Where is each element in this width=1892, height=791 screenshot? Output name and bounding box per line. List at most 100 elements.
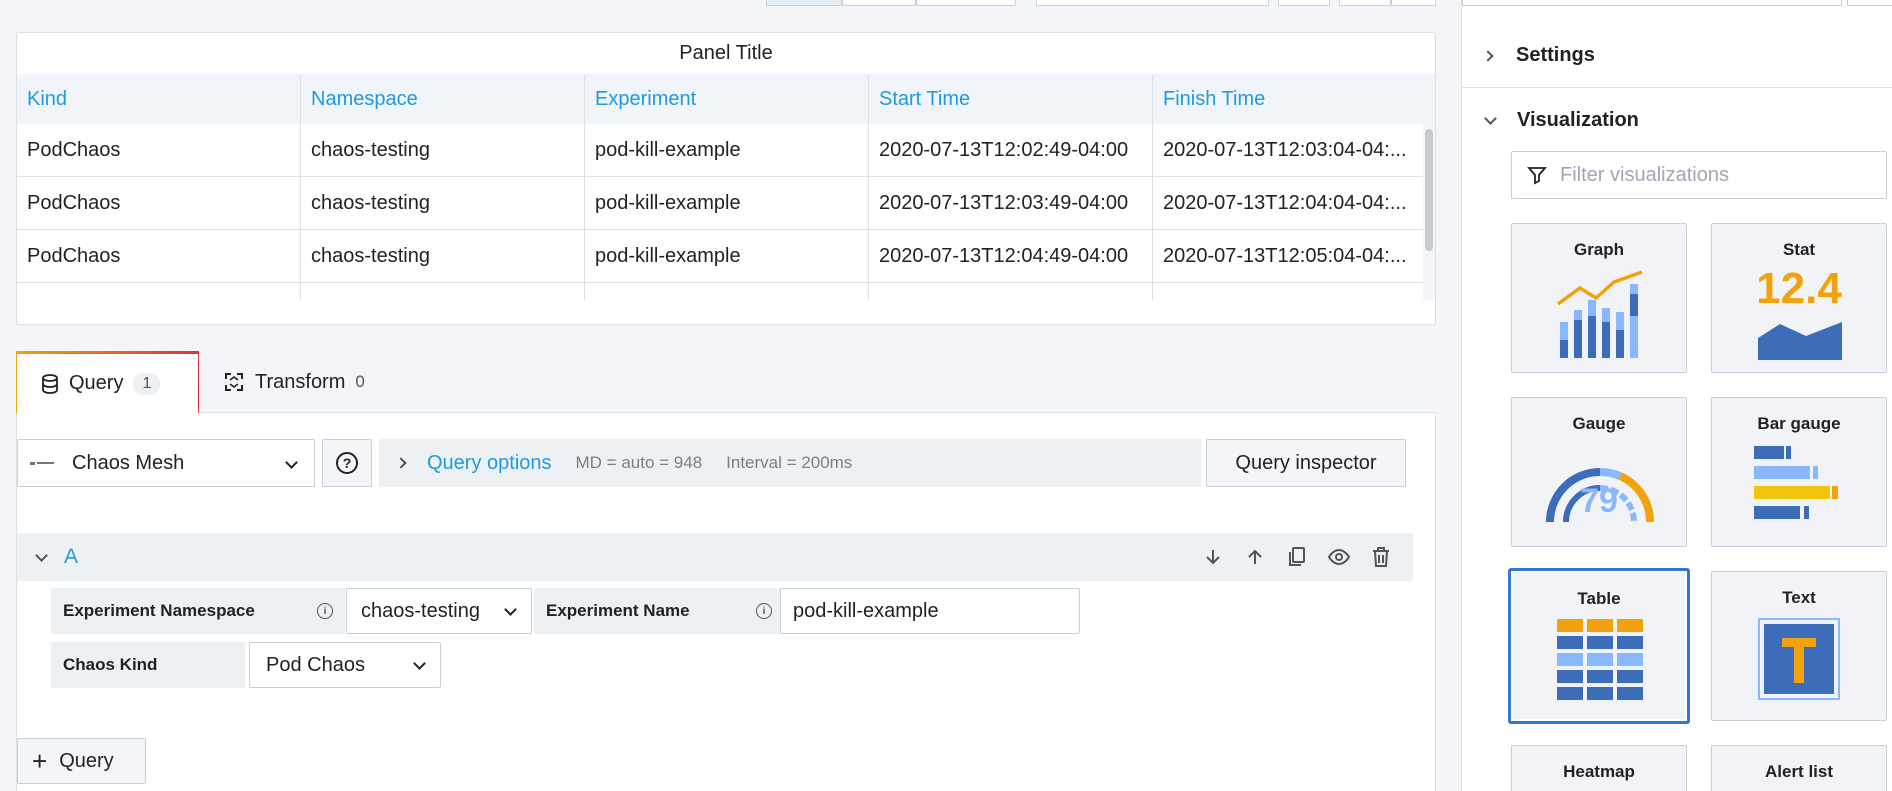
chevron-right-icon xyxy=(1482,49,1494,62)
eye-icon[interactable] xyxy=(1327,545,1351,569)
viz-stat[interactable]: Stat 12.4 xyxy=(1711,223,1887,373)
viz-text[interactable]: Text xyxy=(1711,571,1887,721)
query-row-actions xyxy=(1201,533,1393,581)
experiment-namespace-select[interactable]: chaos-testing xyxy=(346,588,532,634)
chevron-down-icon xyxy=(285,456,298,469)
table-row: PodChaos chaos-testing pod-kill-example … xyxy=(17,230,1435,283)
arrow-up-icon[interactable] xyxy=(1243,545,1267,569)
add-query-label: Query xyxy=(59,749,114,772)
arrow-down-icon[interactable] xyxy=(1201,545,1225,569)
viz-stat-label: Stat xyxy=(1782,240,1816,259)
toolbar-stub[interactable] xyxy=(766,0,842,6)
tab-query[interactable]: Query 1 xyxy=(16,351,199,414)
table-row: PodChaos chaos-testing pod-kill-example … xyxy=(17,177,1435,230)
viz-heatmap[interactable]: Heatmap xyxy=(1511,745,1687,791)
table-cell: pod-kill-example xyxy=(585,230,869,282)
toolbar-stub[interactable] xyxy=(916,0,1016,6)
experiment-namespace-label-text: Experiment Namespace xyxy=(63,601,255,620)
visualization-section-header[interactable]: Visualization xyxy=(1462,88,1892,152)
scrollbar-thumb[interactable] xyxy=(1425,129,1433,251)
stat-viz-value: 12.4 xyxy=(1756,264,1842,313)
panel-title[interactable]: Panel Title xyxy=(17,33,1435,73)
tab-transform[interactable]: Transform 0 xyxy=(199,351,389,413)
viz-alert-list[interactable]: Alert list xyxy=(1711,745,1887,791)
table-cell: PodChaos xyxy=(17,283,301,300)
tab-transform-count: 0 xyxy=(355,372,365,391)
chaos-mesh-logo-icon xyxy=(30,458,54,468)
add-query-button[interactable]: + Query xyxy=(17,738,146,784)
viz-table-label: Table xyxy=(1577,589,1621,608)
table-cell: 2020-07-13T12:06:04-04:... xyxy=(1153,283,1423,300)
column-header-experiment[interactable]: Experiment xyxy=(585,74,869,124)
toolbar-stub[interactable] xyxy=(1847,0,1892,6)
viz-graph-label: Graph xyxy=(1573,240,1625,259)
settings-section-header[interactable]: Settings xyxy=(1462,24,1892,88)
chevron-right-icon xyxy=(395,457,407,469)
column-header-finish-time[interactable]: Finish Time xyxy=(1153,74,1435,124)
toolbar-stub[interactable] xyxy=(1339,0,1391,6)
table-cell: 2020-07-13T12:03:04-04:... xyxy=(1163,139,1407,161)
viz-gauge-label: Gauge xyxy=(1572,414,1626,433)
experiment-name-input[interactable]: pod-kill-example xyxy=(780,588,1080,634)
question-icon: ? xyxy=(336,452,358,474)
chaos-kind-select[interactable]: Pod Chaos xyxy=(249,642,441,688)
toolbar-stub[interactable] xyxy=(1036,0,1269,6)
toolbar-stub[interactable] xyxy=(1391,0,1436,6)
viz-graph[interactable]: Graph xyxy=(1511,223,1687,373)
column-header-namespace[interactable]: Namespace xyxy=(301,74,585,124)
database-icon xyxy=(42,373,58,394)
tab-transform-label: Transform xyxy=(255,370,346,393)
query-options[interactable]: Query options MD = auto = 948 Interval =… xyxy=(379,439,1201,487)
table-cell: 2020-07-13T12:02:49-04:00 xyxy=(869,124,1153,176)
chaos-kind-label-text: Chaos Kind xyxy=(63,655,158,674)
query-options-label[interactable]: Query options xyxy=(427,452,552,475)
toolbar-stub[interactable] xyxy=(842,0,916,6)
tab-query-count: 1 xyxy=(133,372,161,395)
datasource-name: Chaos Mesh xyxy=(72,451,185,474)
filter-placeholder: Filter visualizations xyxy=(1560,163,1729,186)
copy-icon[interactable] xyxy=(1285,545,1309,569)
table-cell: PodChaos xyxy=(17,124,301,176)
experiment-name-value: pod-kill-example xyxy=(793,599,939,622)
query-row-header[interactable]: A xyxy=(17,533,1413,581)
table-row: PodChaos chaos-testing pod-kill-example … xyxy=(17,124,1435,177)
chaos-kind-label: Chaos Kind xyxy=(51,642,245,688)
table-cell: pod-kill-example xyxy=(585,177,869,229)
viz-gauge[interactable]: Gauge 79 xyxy=(1511,397,1687,547)
options-sidebar: Settings Visualization Filter visualizat… xyxy=(1461,0,1892,791)
column-header-kind[interactable]: Kind xyxy=(17,74,301,124)
toolbar-stub[interactable] xyxy=(1462,0,1842,6)
table-cell: chaos-testing xyxy=(301,283,585,300)
viz-alert-list-label: Alert list xyxy=(1764,762,1834,781)
query-options-md: MD = auto = 948 xyxy=(575,453,703,472)
table-cell: chaos-testing xyxy=(301,177,585,229)
datasource-picker[interactable]: Chaos Mesh xyxy=(17,439,315,487)
viz-table[interactable]: Table xyxy=(1509,569,1689,723)
info-icon[interactable]: i xyxy=(756,603,772,619)
viz-bar-gauge[interactable]: Bar gauge xyxy=(1711,397,1887,547)
query-row-name[interactable]: A xyxy=(64,545,78,569)
chevron-down-icon[interactable] xyxy=(35,548,48,562)
table-cell: 2020-07-13T12:03:49-04:00 xyxy=(869,177,1153,229)
experiment-name-label: Experiment Name i xyxy=(534,588,784,634)
info-icon[interactable]: i xyxy=(317,603,333,619)
table-cell: chaos-testing xyxy=(301,124,585,176)
text-viz-icon xyxy=(1758,618,1840,700)
query-options-interval: Interval = 200ms xyxy=(726,453,853,472)
query-inspector-button[interactable]: Query inspector xyxy=(1206,439,1406,487)
settings-label: Settings xyxy=(1516,44,1595,66)
viz-heatmap-label: Heatmap xyxy=(1563,762,1635,781)
column-header-start-time[interactable]: Start Time xyxy=(869,74,1153,124)
table-cell: 2020-07-13T12:04:49-04:00 xyxy=(869,230,1153,282)
toolbar-stub[interactable] xyxy=(1278,0,1330,6)
table-cell: PodChaos xyxy=(17,230,301,282)
query-editor: Chaos Mesh ? Query options MD = auto = 9… xyxy=(16,412,1436,791)
datasource-help-button[interactable]: ? xyxy=(322,439,372,487)
experiment-namespace-value: chaos-testing xyxy=(361,599,480,622)
table-cell: 2020-07-13T12:05:04-04:... xyxy=(1163,245,1407,267)
data-table: Kind Namespace Experiment Start Time Fin… xyxy=(17,74,1435,300)
bar-gauge-viz-icon xyxy=(1754,446,1838,519)
visualization-label: Visualization xyxy=(1517,108,1639,131)
filter-visualizations-input[interactable]: Filter visualizations xyxy=(1511,151,1887,199)
trash-icon[interactable] xyxy=(1369,545,1393,569)
